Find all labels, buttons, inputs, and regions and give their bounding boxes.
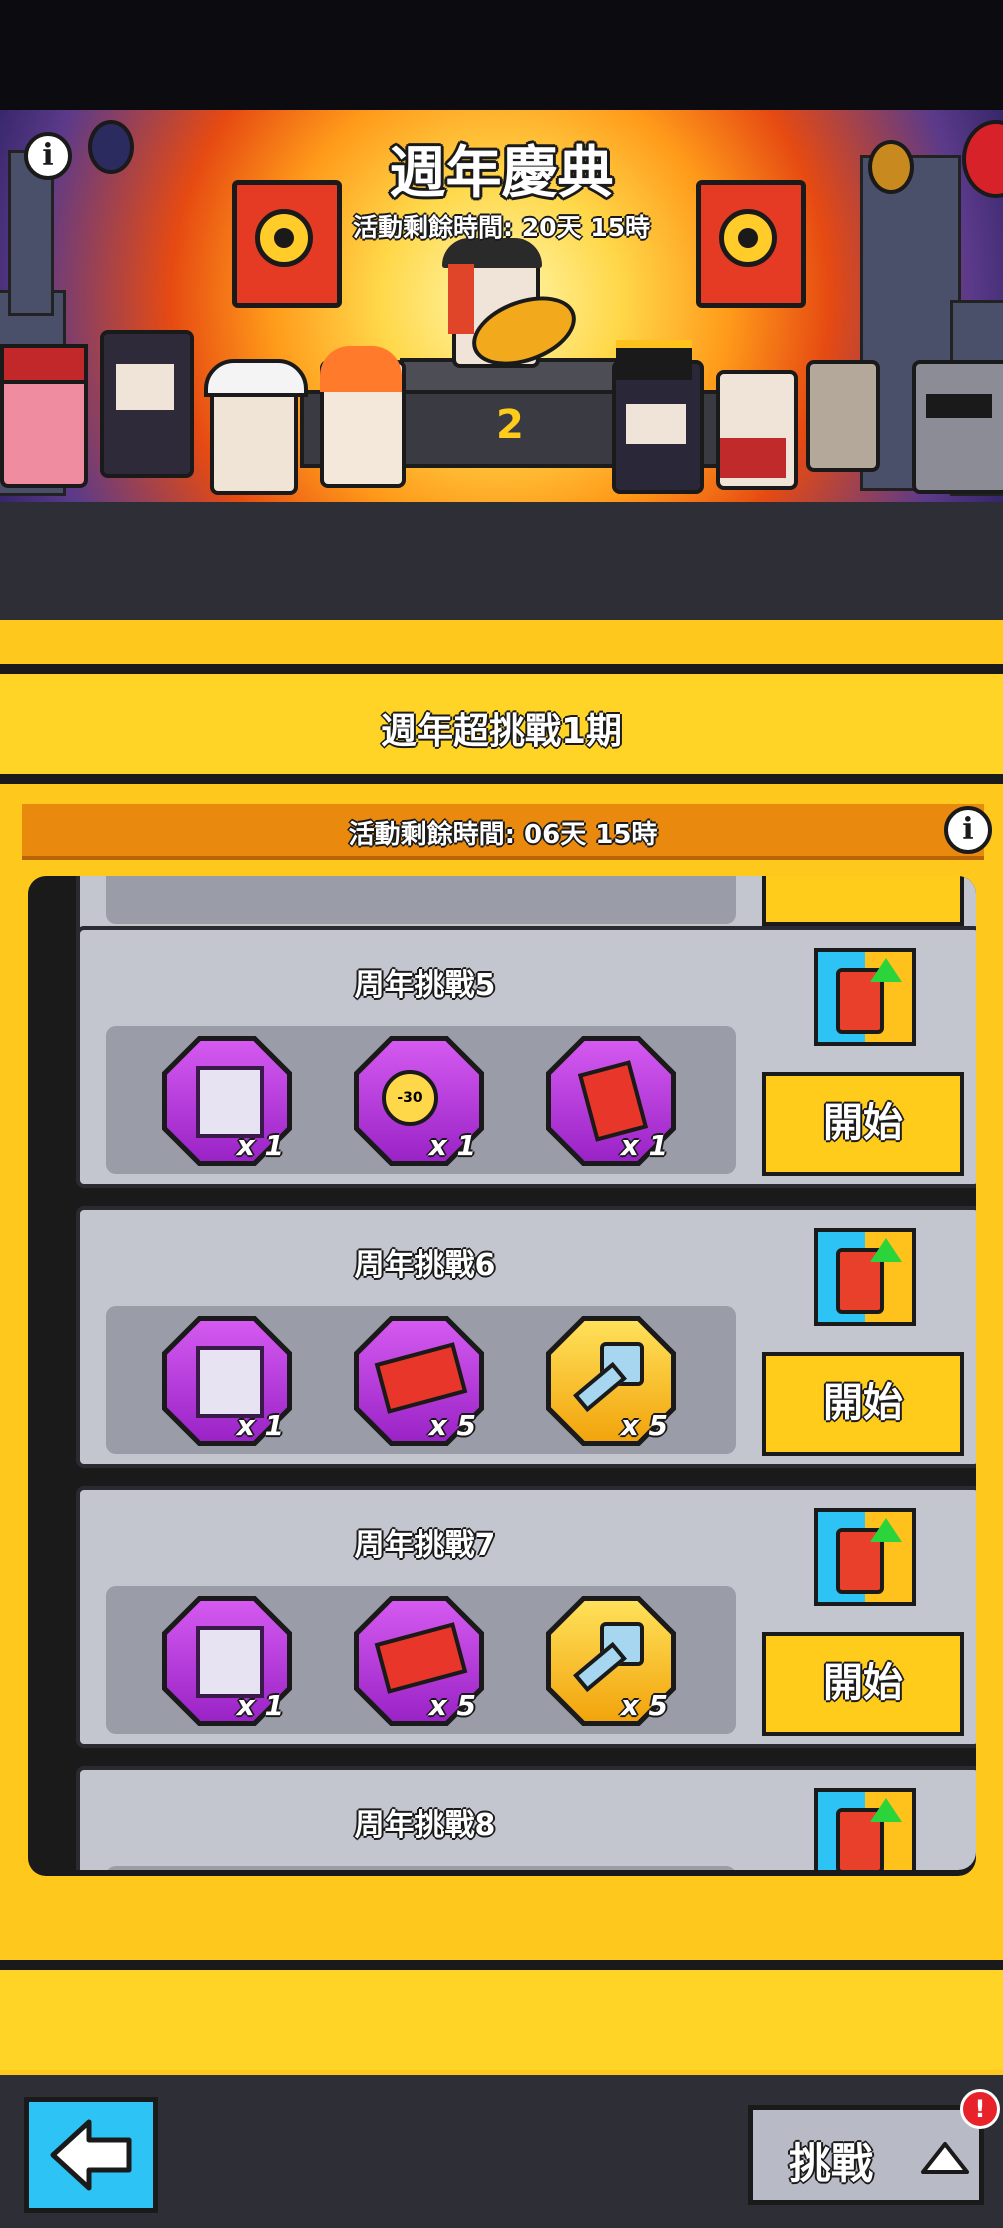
start-button[interactable]: 開始 <box>762 1632 964 1736</box>
crown-ticket-icon[interactable]: x 5 <box>354 1596 484 1726</box>
event-info-icon[interactable]: i <box>24 132 72 180</box>
character-upgrade-icon <box>814 948 916 1046</box>
triangle-up-icon <box>921 2142 969 2174</box>
reward-tray: x 1 x 5 x 5 <box>106 1586 736 1734</box>
divider <box>0 1960 1003 1970</box>
character <box>100 330 194 478</box>
challenge-title: 周年挑戰5 <box>354 968 496 1003</box>
character-upgrade-icon <box>814 1228 916 1326</box>
chest-icon[interactable]: x 1 <box>162 1596 292 1726</box>
card-pack-icon[interactable]: x 1 <box>546 1036 676 1166</box>
stage-number: 2 <box>496 402 524 448</box>
divider <box>0 774 1003 784</box>
challenge-card: 周年挑戰7 x 1 x 5 x 5 開始 <box>76 1486 976 1748</box>
panel-info-icon[interactable]: i <box>944 806 992 854</box>
character-upgrade-icon <box>814 1788 916 1870</box>
character <box>612 340 704 494</box>
key-icon[interactable]: x 5 <box>546 1316 676 1446</box>
reward-tray: x 1 x 5 x 5 <box>106 1306 736 1454</box>
crown-ticket-icon[interactable]: x 5 <box>354 1316 484 1446</box>
back-button[interactable] <box>24 2097 158 2213</box>
arrow-left-icon <box>50 2119 132 2191</box>
panel-title: 週年超挑戰1期 <box>380 711 623 752</box>
challenge-button[interactable]: 挑戰 <box>748 2105 984 2205</box>
challenge-title: 周年挑戰6 <box>354 1248 496 1283</box>
challenge-card: 周年挑戰5 x 1 -30 x 1 x 1 開始 <box>76 926 976 1188</box>
alert-badge: ! <box>960 2089 1000 2129</box>
character <box>204 359 308 495</box>
character <box>320 346 406 488</box>
challenge-card: 周年挑戰8 <box>76 1766 976 1870</box>
character <box>0 344 88 488</box>
event-timer: 活動剩餘時間: 20天 15時 <box>353 213 650 242</box>
chest-icon[interactable]: x 1 <box>162 1316 292 1446</box>
panel-timer: 活動剩餘時間: 06天 15時 <box>348 820 658 850</box>
reward-tray <box>106 1866 736 1870</box>
key-icon[interactable]: x 5 <box>546 1596 676 1726</box>
panel-timer-bar: 活動剩餘時間: 06天 15時 <box>22 804 984 860</box>
chest-icon[interactable]: x 1 <box>162 1036 292 1166</box>
challenge-label: 挑戰 <box>789 2139 874 2188</box>
speedup-ticket-icon[interactable]: -30 x 1 <box>354 1036 484 1166</box>
bottom-bar: 挑戰 ! <box>0 2075 1003 2228</box>
start-button[interactable]: 開始 <box>762 1352 964 1456</box>
challenge-list[interactable]: 周年挑戰5 x 1 -30 x 1 x 1 開始 周年挑戰6 x 1 x 5 x… <box>28 876 976 1870</box>
start-button[interactable]: 開始 <box>762 1072 964 1176</box>
event-banner: 2 週年慶典 活動剩餘時間: 20天 15時 i <box>0 110 1003 502</box>
character <box>716 370 798 490</box>
panel-footer <box>0 1970 1003 2070</box>
character <box>912 360 1003 494</box>
character <box>806 360 880 472</box>
challenge-card: 周年挑戰6 x 1 x 5 x 5 開始 <box>76 1206 976 1468</box>
reward-tray: x 1 -30 x 1 x 1 <box>106 1026 736 1174</box>
panel-header: 週年超挑戰1期 <box>0 674 1003 774</box>
banner-footer-strip <box>0 502 1003 620</box>
challenge-title: 周年挑戰8 <box>354 1808 496 1843</box>
divider <box>0 664 1003 674</box>
character-upgrade-icon <box>814 1508 916 1606</box>
event-title: 週年慶典 <box>389 141 614 206</box>
challenge-title: 周年挑戰7 <box>354 1528 496 1563</box>
